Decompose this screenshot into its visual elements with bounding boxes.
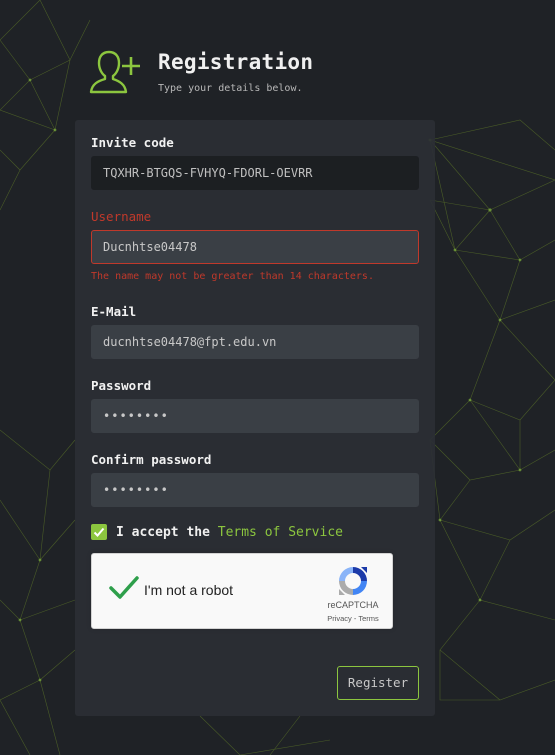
recaptcha-privacy-terms-links[interactable]: Privacy - Terms [318, 614, 388, 623]
recaptcha-checkmark-icon[interactable] [108, 574, 140, 602]
recaptcha-logo-icon [339, 567, 367, 595]
email-field[interactable]: ducnhtse04478@fpt.edu.vn [91, 325, 419, 359]
email-label: E-Mail [91, 304, 137, 319]
add-user-icon [89, 50, 140, 94]
register-button[interactable]: Register [337, 666, 419, 700]
password-label: Password [91, 378, 152, 393]
recaptcha-label: I'm not a robot [144, 582, 234, 598]
page-title: Registration [158, 50, 314, 74]
recaptcha-widget: I'm not a robot reCAPTCHA Privacy - Term… [91, 553, 393, 629]
username-error-message: The name may not be greater than 14 char… [91, 271, 374, 282]
confirm-password-field[interactable]: •••••••• [91, 473, 419, 507]
page-subtitle: Type your details below. [158, 83, 303, 94]
accept-terms-checkbox[interactable] [91, 524, 107, 540]
invite-code-field[interactable]: TQXHR-BTGQS-FVHYQ-FDORL-OEVRR [91, 156, 419, 190]
username-field[interactable]: Ducnhtse04478 [91, 230, 419, 264]
password-field[interactable]: •••••••• [91, 399, 419, 433]
accept-terms-text: I accept the Terms of Service [116, 525, 343, 540]
username-label: Username [91, 209, 152, 224]
terms-of-service-link[interactable]: Terms of Service [218, 525, 343, 540]
confirm-password-label: Confirm password [91, 452, 212, 467]
accept-terms-prefix: I accept the [116, 525, 218, 540]
invite-code-label: Invite code [91, 135, 174, 150]
checkmark-icon [93, 527, 105, 537]
recaptcha-brand: reCAPTCHA [327, 600, 379, 610]
